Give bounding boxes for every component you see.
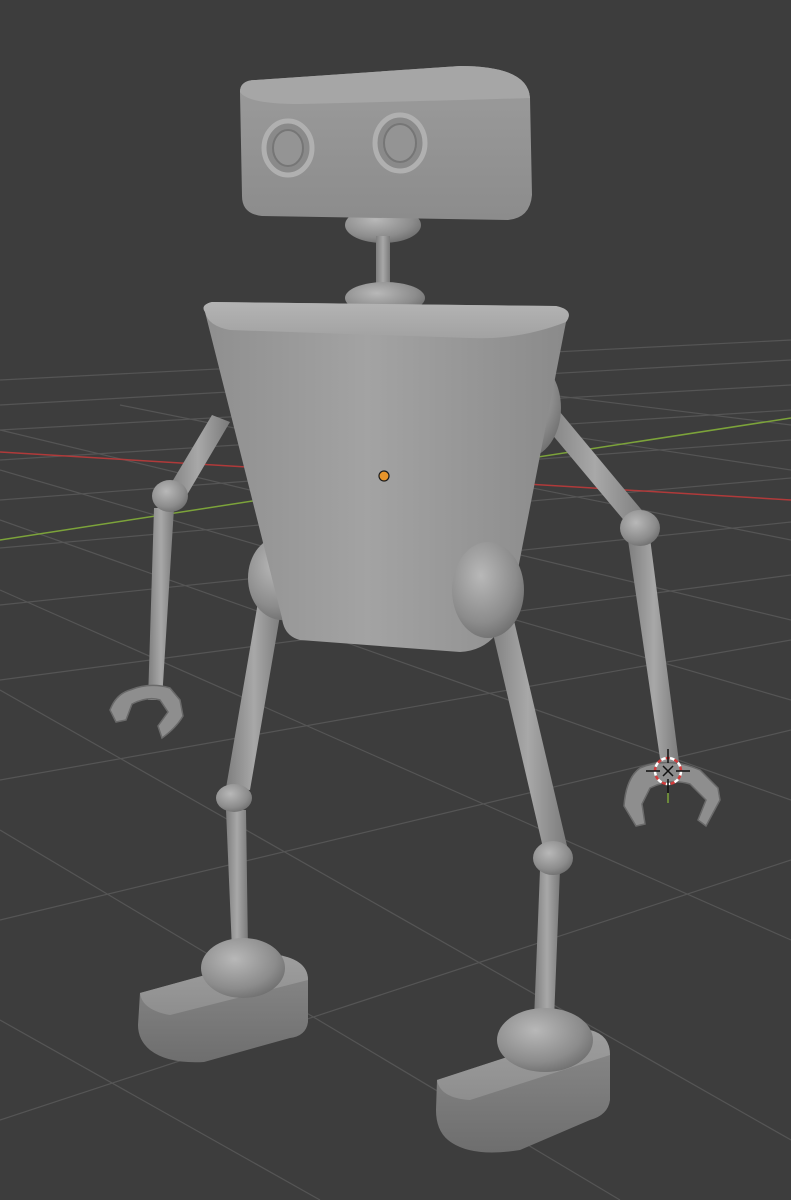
right-claw[interactable] (623, 761, 721, 828)
head[interactable] (240, 66, 532, 220)
3d-viewport[interactable] (0, 0, 791, 1200)
left-leg[interactable] (216, 602, 282, 950)
left-claw[interactable] (109, 684, 184, 740)
left-arm[interactable] (109, 415, 230, 740)
left-foot[interactable] (138, 938, 308, 1063)
neck[interactable] (345, 207, 425, 314)
right-eye (372, 112, 428, 174)
right-leg[interactable] (488, 612, 573, 1020)
viewport-canvas[interactable] (0, 0, 791, 1200)
robot-model[interactable] (109, 66, 721, 1153)
right-foot[interactable] (436, 1008, 610, 1153)
object-origin-icon[interactable] (378, 470, 390, 482)
left-eye (261, 118, 315, 178)
